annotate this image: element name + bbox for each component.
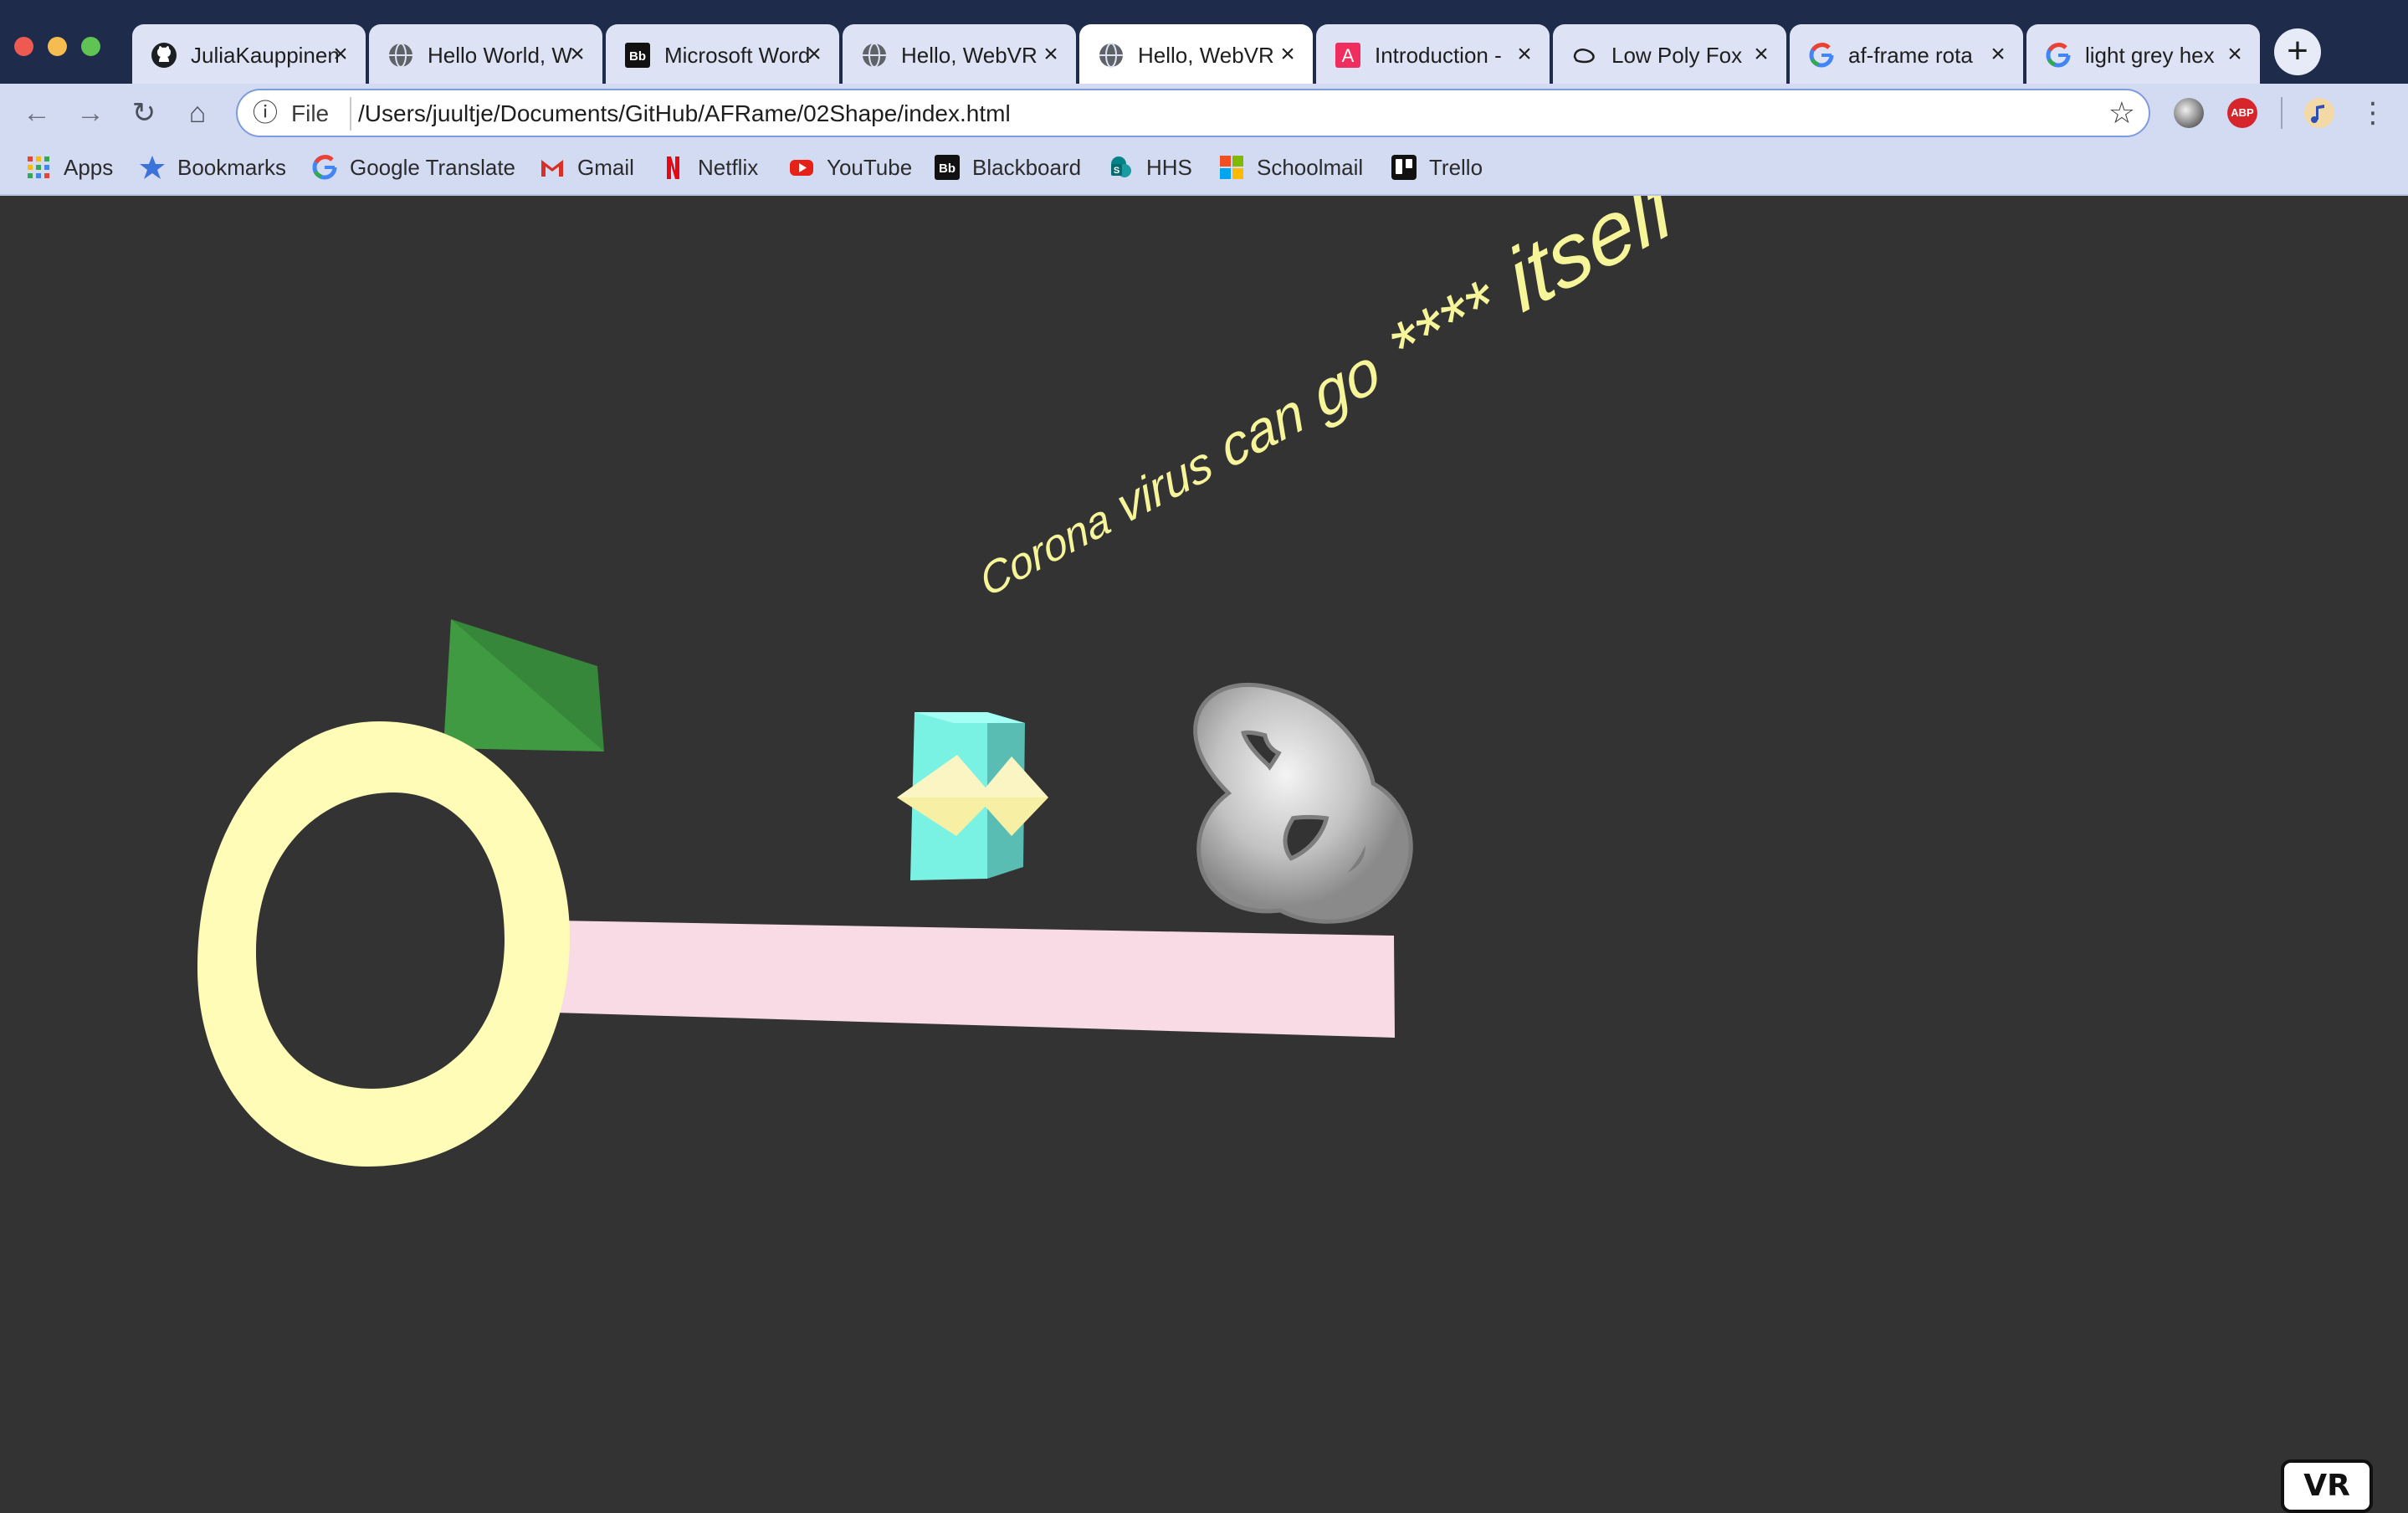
netflix-icon	[659, 154, 686, 181]
aframe-icon: A	[1335, 42, 1361, 69]
address-bar[interactable]: ⓘ File /Users/juultje/Documents/GitHub/A…	[236, 89, 2150, 137]
plane-shape	[554, 921, 1395, 1038]
browser-chrome: JuliaKauppinen × Hello World, W × Bb Microsof…	[0, 0, 2408, 195]
bookmark-label: Schoolmail	[1257, 155, 1364, 180]
blackboard-icon: Bb	[624, 42, 651, 69]
bookmark-label: Blackboard	[972, 155, 1082, 180]
back-button[interactable]: ←	[18, 95, 55, 131]
reload-button[interactable]: ↻	[126, 95, 162, 131]
tab-close-icon[interactable]: ×	[1037, 41, 1064, 68]
bookmark-label: YouTube	[827, 155, 913, 180]
tab-close-icon[interactable]: ×	[1985, 41, 2011, 68]
extension-sphere-icon[interactable]	[2174, 98, 2204, 128]
trello-icon	[1391, 154, 1417, 181]
browser-window: JuliaKauppinen × Hello World, W × Bb Microsof…	[0, 0, 2408, 1513]
bookmark-star-icon[interactable]: ☆	[2108, 95, 2135, 131]
bookmark-label: Bookmarks	[177, 155, 287, 180]
scene-text-word: itself	[1473, 196, 1693, 343]
google-icon	[1808, 42, 1835, 69]
ring-shape	[197, 721, 570, 1167]
scene-text-word: can	[1199, 381, 1313, 488]
site-info-icon[interactable]: ⓘ	[253, 98, 278, 130]
forward-button[interactable]: →	[72, 95, 109, 131]
tab-title: Microsoft Word	[664, 43, 811, 68]
url-scheme-label: File	[291, 100, 330, 126]
minimize-window-button[interactable]	[48, 37, 67, 56]
svg-text:Bb: Bb	[939, 162, 956, 176]
bookmark-label: Trello	[1429, 155, 1483, 180]
apps-grid-icon	[25, 154, 52, 181]
bookmark-label: Netflix	[698, 155, 759, 180]
tab-1[interactable]: JuliaKauppinen ×	[132, 24, 366, 84]
tab-title: af-frame rota	[1848, 43, 1973, 68]
bookmark-label: Apps	[64, 155, 114, 180]
google-icon	[2045, 42, 2072, 69]
svg-text:S: S	[1114, 166, 1119, 176]
tab-title: Hello, WebVR	[1138, 43, 1274, 68]
globe-icon	[861, 42, 888, 69]
sharepoint-icon: S	[1108, 154, 1135, 181]
zoom-window-button[interactable]	[81, 37, 100, 56]
scene-text-word: virus	[1099, 435, 1220, 541]
new-tab-button[interactable]: +	[2274, 28, 2321, 75]
svg-text:A: A	[1342, 45, 1355, 66]
scene-text: Corona virus can go **** itself	[961, 196, 1693, 616]
scene-canvas: Corona virus can go **** itself	[197, 151, 1693, 1167]
profile-avatar-icon[interactable]	[2304, 98, 2334, 128]
bookmarks-bar: Apps Bookmarks Google Translate Gmail Netfli…	[0, 144, 2408, 194]
tab-title: JuliaKauppinen	[191, 43, 338, 68]
globe-icon	[387, 42, 414, 69]
bookmark-label: Google Translate	[350, 155, 516, 180]
tab-title: Low Poly Fox	[1611, 43, 1743, 68]
tab-close-icon[interactable]: ×	[2221, 41, 2248, 68]
bookmark-label: HHS	[1146, 155, 1192, 180]
url-text[interactable]: /Users/juultje/Documents/GitHub/AFRame/0…	[358, 98, 1011, 130]
tab-strip: JuliaKauppinen × Hello World, W × Bb Microsof…	[0, 0, 2408, 84]
tab-title: light grey hex	[2085, 43, 2215, 68]
close-window-button[interactable]	[14, 37, 33, 56]
home-button[interactable]: ⌂	[179, 95, 216, 131]
tab-close-icon[interactable]: ×	[801, 41, 827, 68]
adblock-icon[interactable]: ABP	[2227, 98, 2257, 128]
blackboard-icon: Bb	[934, 154, 961, 181]
bookmark-label: Gmail	[577, 155, 634, 180]
tab-5[interactable]: Hello, WebVR ×	[1079, 24, 1313, 84]
scene-text-word: Corona	[974, 495, 1117, 608]
tab-title: Hello, WebVR	[901, 43, 1037, 68]
github-icon	[151, 42, 177, 69]
tab-close-icon[interactable]: ×	[327, 41, 354, 68]
globe-icon	[1098, 42, 1125, 69]
tab-3[interactable]: Bb Microsoft Word ×	[606, 24, 839, 84]
sketchfab-icon	[1571, 42, 1598, 69]
microsoft-icon	[1218, 154, 1245, 181]
toolbar-divider	[2281, 97, 2282, 129]
vr-mode-button[interactable]: VR	[2281, 1459, 2373, 1513]
star-icon	[139, 154, 166, 181]
url-divider	[350, 97, 351, 131]
tab-8[interactable]: af-frame rota ×	[1790, 24, 2023, 84]
tab-7[interactable]: Low Poly Fox ×	[1553, 24, 1786, 84]
tab-close-icon[interactable]: ×	[564, 41, 591, 68]
tab-close-icon[interactable]: ×	[1511, 41, 1538, 68]
tab-close-icon[interactable]: ×	[1748, 41, 1775, 68]
tab-title: Introduction -	[1375, 43, 1502, 68]
aframe-scene[interactable]: Corona virus can go **** itself VR	[0, 151, 2408, 1513]
tab-4[interactable]: Hello, WebVR ×	[843, 24, 1076, 84]
tab-9[interactable]: light grey hex ×	[2026, 24, 2260, 84]
google-icon	[311, 154, 338, 181]
tab-2[interactable]: Hello World, W ×	[369, 24, 602, 84]
torus-knot-shape	[1193, 683, 1413, 924]
tab-6[interactable]: A Introduction - ×	[1316, 24, 1550, 84]
svg-text:Bb: Bb	[629, 49, 646, 64]
gmail-icon	[539, 154, 566, 181]
tab-title: Hello World, W	[428, 43, 572, 68]
youtube-icon	[788, 154, 815, 181]
tab-close-icon[interactable]: ×	[1274, 41, 1301, 68]
menu-icon[interactable]: ⋮	[2354, 95, 2391, 131]
